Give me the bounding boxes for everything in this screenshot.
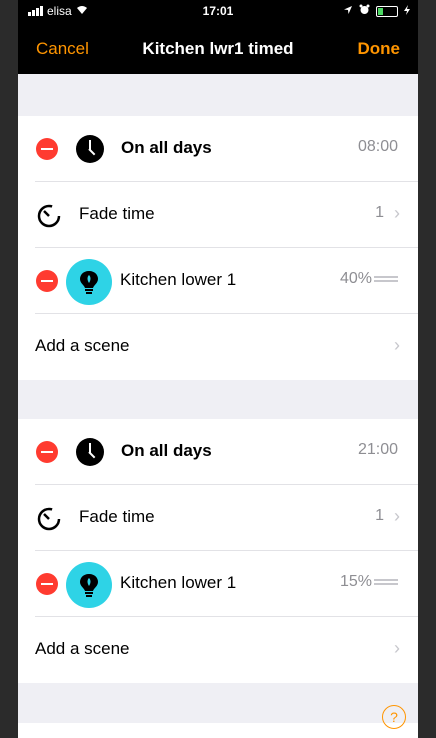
schedule-label: On all days (121, 138, 212, 157)
fade-time-label: Fade time (79, 507, 155, 526)
schedule-label: On all days (121, 441, 212, 460)
timer-icon (37, 204, 61, 228)
minus-circle-icon[interactable] (36, 441, 58, 463)
add-scene-label: Add a scene (35, 639, 130, 658)
schedule-section-2: On all days 21:00 Fade time 1 › Kitchen … (18, 419, 418, 683)
schedule-section-1: On all days 08:00 Fade time 1 › Kitchen … (18, 116, 418, 380)
minus-circle-icon[interactable] (36, 573, 58, 595)
add-scene-label: Add a scene (35, 336, 130, 355)
phone-screen: elisa 17:01 Cancel Kitchen lwr1 timed Do… (18, 0, 418, 738)
chevron-right-icon: › (394, 638, 400, 658)
navigation-bar: Cancel Kitchen lwr1 timed Done (18, 24, 418, 74)
battery-icon (376, 5, 398, 17)
chevron-right-icon: › (394, 335, 400, 355)
fade-time-label: Fade time (79, 204, 155, 223)
charging-icon (404, 4, 410, 18)
schedule-time: 08:00 (357, 138, 398, 155)
fade-time-row[interactable]: Fade time 1 › (18, 485, 418, 551)
device-row[interactable]: Kitchen lower 1 15% (18, 551, 418, 617)
device-label: Kitchen lower 1 (120, 270, 237, 289)
clock-icon (76, 135, 104, 163)
lightbulb-icon (66, 259, 112, 305)
lightbulb-icon (66, 562, 112, 608)
schedule-row[interactable]: On all days 08:00 (18, 116, 418, 182)
device-level: 15% (339, 573, 372, 590)
timer-icon (37, 507, 61, 531)
location-icon (343, 4, 353, 18)
chevron-right-icon: › (394, 506, 400, 526)
alarm-icon (359, 4, 370, 18)
schedule-time: 21:00 (357, 441, 398, 458)
done-button[interactable]: Done (358, 39, 401, 59)
clock-icon (76, 438, 104, 466)
reorder-handle-icon[interactable] (374, 276, 398, 286)
device-level: 40% (339, 270, 372, 287)
add-scene-row[interactable]: Add a scene › (18, 314, 418, 380)
fade-time-value: 1 (375, 507, 384, 524)
device-label: Kitchen lower 1 (120, 573, 237, 592)
status-bar: elisa 17:01 (18, 0, 418, 24)
fade-time-value: 1 (375, 204, 384, 221)
fade-time-row[interactable]: Fade time 1 › (18, 182, 418, 248)
add-scene-row[interactable]: Add a scene › (18, 617, 418, 683)
minus-circle-icon[interactable] (36, 138, 58, 160)
next-section-edge (18, 723, 418, 738)
reorder-handle-icon[interactable] (374, 579, 398, 589)
device-row[interactable]: Kitchen lower 1 40% (18, 248, 418, 314)
schedule-row[interactable]: On all days 21:00 (18, 419, 418, 485)
help-icon[interactable]: ? (382, 705, 406, 729)
minus-circle-icon[interactable] (36, 270, 58, 292)
chevron-right-icon: › (394, 203, 400, 223)
